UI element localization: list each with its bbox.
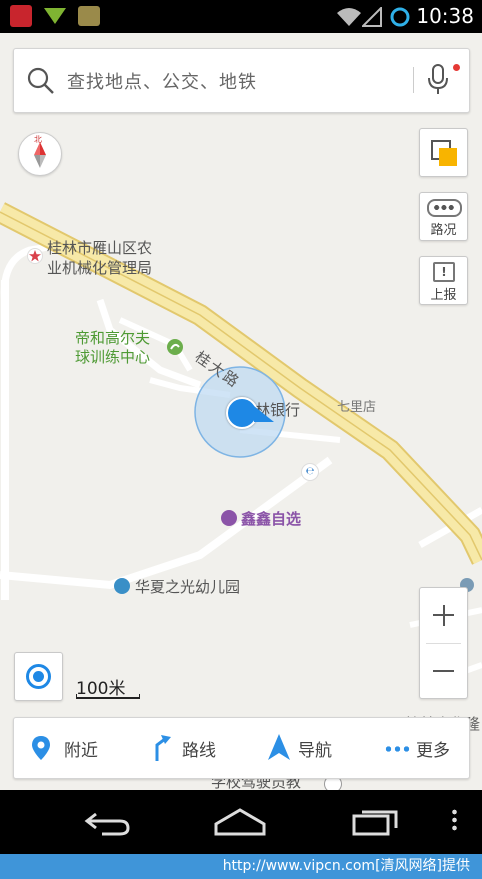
map-view[interactable]: 北 桂林市雁山区农 业机械化管理局 帝和高尔夫 球训练中心 桂大路 林银行 七里… [0, 33, 482, 790]
layers-icon-front [439, 148, 457, 166]
shop-icon [221, 510, 237, 526]
locate-icon-center [33, 671, 44, 682]
more-label: 更多 [416, 741, 450, 761]
poi-label-kindergarten[interactable]: 华夏之光幼儿园 [135, 576, 240, 597]
navigation-arrow-icon [268, 734, 290, 760]
traffic-button-label: 路况 [430, 223, 457, 238]
recent-apps-icon[interactable] [352, 806, 400, 836]
zoom-out-button[interactable] [420, 644, 467, 698]
download-icon [44, 8, 66, 24]
poi-label-golf-line1[interactable]: 帝和高尔夫 [75, 327, 150, 348]
heading-arrow-icon [254, 406, 274, 422]
menu-dots-icon[interactable] [452, 808, 457, 832]
system-navigation-bar [0, 790, 482, 854]
watermark-banner: http://www.vipcn.com[清风网络]提供 [0, 854, 482, 879]
search-input[interactable]: 查找地点、公交、地铁 [67, 68, 257, 94]
zoom-in-button[interactable] [420, 588, 467, 643]
more-dots-icon [384, 746, 410, 752]
nearby-button[interactable]: 附近 [28, 732, 128, 764]
navigation-button[interactable]: 导航 [264, 732, 364, 764]
plus-icon-vertical [442, 605, 445, 626]
traffic-icon-dots [433, 205, 455, 210]
shop-app-icon [78, 6, 100, 26]
watermark-text: http://www.vipcn.com[清风网络]提供 [222, 858, 470, 874]
report-icon: ! [433, 262, 455, 282]
location-pin-icon [32, 736, 50, 760]
compass-needle-icon [34, 142, 46, 168]
app-a-icon [10, 5, 32, 27]
poi-label-bureau-line2[interactable]: 业机械化管理局 [47, 257, 152, 278]
zoom-control [419, 587, 468, 699]
notification-dot [453, 64, 460, 71]
area-label-qilidian: 七里店 [337, 400, 377, 415]
search-icon [27, 67, 54, 94]
poi-label-xinxin[interactable]: 鑫鑫自选 [241, 508, 301, 529]
bottom-action-bar: 附近 路线 导航 更多 [13, 717, 470, 779]
status-bar: 10:38 [0, 0, 482, 33]
school-icon [114, 578, 130, 594]
telecom-icon: ℮ [301, 463, 319, 481]
battery-loading-icon [390, 7, 410, 27]
poi-label-golf-line2[interactable]: 球训练中心 [75, 346, 150, 367]
report-button[interactable]: ! 上报 [419, 256, 468, 305]
minus-icon [433, 670, 454, 672]
wifi-icon [337, 8, 361, 26]
poi-label-bureau-line1[interactable]: 桂林市雁山区农 [47, 237, 152, 258]
search-divider [413, 67, 414, 93]
report-button-label: 上报 [430, 288, 457, 303]
traffic-button[interactable]: 路况 [419, 192, 468, 241]
poi-star-icon [27, 248, 43, 264]
back-icon[interactable] [84, 810, 132, 836]
locate-me-button[interactable] [14, 652, 63, 701]
golf-icon [167, 339, 183, 355]
navigation-label: 导航 [298, 741, 332, 761]
signal-icon [362, 7, 382, 27]
nearby-label: 附近 [64, 741, 98, 761]
scale-bar [76, 694, 140, 699]
route-icon [155, 735, 171, 761]
status-time: 10:38 [416, 4, 474, 28]
route-label: 路线 [182, 741, 216, 761]
more-button[interactable]: 更多 [380, 732, 465, 764]
search-bar[interactable]: 查找地点、公交、地铁 [13, 48, 470, 113]
layers-button[interactable] [419, 128, 468, 177]
home-icon[interactable] [214, 808, 266, 836]
route-button[interactable]: 路线 [146, 732, 246, 764]
compass-button[interactable]: 北 [18, 132, 62, 176]
microphone-icon[interactable] [427, 64, 449, 96]
